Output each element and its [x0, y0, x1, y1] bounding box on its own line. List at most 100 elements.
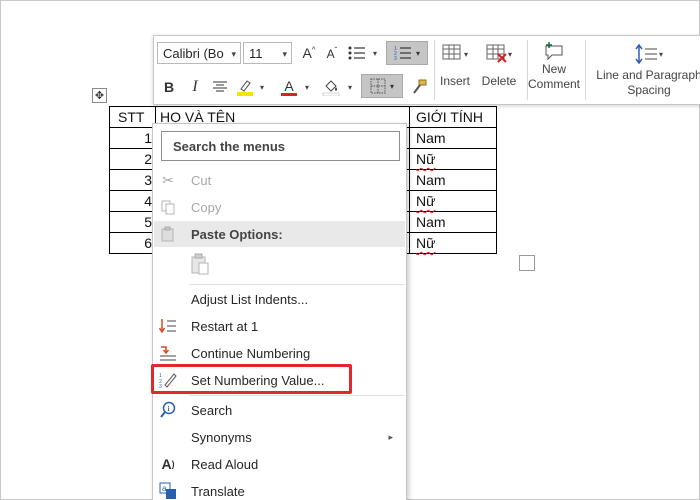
read-aloud-icon: A)	[161, 456, 175, 472]
chevron-down-icon[interactable]: ▾	[373, 49, 377, 58]
delete-table-icon	[486, 44, 507, 63]
shrink-font-button[interactable]: Aˇ	[321, 42, 343, 64]
italic-button[interactable]: I	[184, 76, 206, 98]
table-cell-gender[interactable]: Nam	[409, 211, 497, 233]
grow-font-button[interactable]: A^	[298, 42, 320, 64]
line-paragraph-spacing-button[interactable]: ▾ Line and Paragraph Spacing	[590, 40, 700, 98]
chevron-down-icon: ▾	[231, 49, 236, 59]
search-menus-placeholder: Search the menus	[173, 138, 285, 154]
table-cell-gender[interactable]: Nam	[409, 127, 497, 149]
search-info-icon: i	[158, 400, 178, 420]
copy-icon	[158, 197, 178, 217]
restart-numbering-icon	[158, 316, 178, 336]
menu-item-search[interactable]: i Search	[154, 397, 405, 423]
table-cell-gender[interactable]: Nữ	[409, 148, 497, 170]
svg-text:a: a	[162, 484, 167, 493]
table-cell-gender[interactable]: Nam	[409, 169, 497, 191]
paste-options-label: Paste Options:	[191, 226, 283, 242]
chevron-down-icon[interactable]: ▾	[260, 83, 264, 92]
grow-font-icon: A^	[302, 45, 316, 61]
highlight-annotation	[151, 364, 352, 394]
new-comment-icon	[545, 42, 563, 61]
insert-button[interactable]: ▾ Insert	[436, 40, 474, 89]
svg-text:3: 3	[394, 56, 397, 61]
search-menus-input[interactable]: Search the menus	[161, 131, 400, 161]
table-cell-stt[interactable]: 2	[109, 148, 156, 170]
menu-item-cut[interactable]: ✂ Cut	[154, 167, 405, 193]
translate-icon: a	[158, 481, 178, 500]
new-comment-button[interactable]: New Comment	[528, 40, 581, 92]
shrink-font-icon: Aˇ	[326, 45, 338, 61]
borders-icon	[370, 78, 386, 94]
svg-text:i: i	[168, 405, 170, 413]
table-cell-stt[interactable]: 1	[109, 127, 156, 149]
menu-item-restart-at-1[interactable]: Restart at 1	[154, 313, 405, 339]
menu-item-label: Synonyms	[191, 429, 252, 445]
menu-item-copy[interactable]: Copy	[154, 194, 405, 220]
center-align-button[interactable]	[209, 76, 231, 98]
highlight-button[interactable]	[234, 76, 256, 98]
bold-button[interactable]: B	[158, 76, 180, 98]
table-move-handle-icon[interactable]: ✥	[92, 88, 107, 103]
menu-item-synonyms[interactable]: Synonyms ▸	[154, 424, 405, 450]
bullets-icon	[348, 46, 365, 60]
menu-item-label: Restart at 1	[191, 318, 259, 334]
align-center-icon	[213, 81, 227, 92]
menu-separator	[189, 284, 405, 285]
menu-item-label: Translate	[191, 483, 245, 499]
table-cell-stt[interactable]: 3	[109, 169, 156, 191]
font-name-combo[interactable]: Calibri (Bo ▾	[157, 42, 241, 64]
table-resize-handle[interactable]	[519, 255, 535, 271]
chevron-down-icon: ▾	[389, 81, 394, 91]
chevron-down-icon: ▾	[507, 49, 512, 59]
menu-item-translate[interactable]: a Translate	[154, 478, 405, 500]
menu-item-label: Adjust List Indents...	[191, 291, 309, 307]
new-comment-label-2: Comment	[528, 77, 581, 91]
table-cell-gender[interactable]: Nữ	[409, 190, 497, 212]
line-spacing-icon	[635, 44, 657, 64]
mini-toolbar: Calibri (Bo ▾ 11 ▾ A^ Aˇ ▾ 1 2 3 ▾ B I ▾…	[153, 35, 700, 105]
numbering-icon: 1 2 3	[394, 46, 411, 61]
table-cell-stt[interactable]: 6	[109, 232, 156, 254]
font-color-icon: A	[284, 77, 294, 94]
format-painter-icon	[413, 79, 427, 94]
menu-separator	[189, 395, 405, 396]
menu-item-continue-numbering[interactable]: Continue Numbering	[154, 340, 405, 366]
new-comment-label-1: New	[541, 62, 566, 76]
table-cell-stt[interactable]: 5	[109, 211, 156, 233]
chevron-right-icon: ▸	[388, 431, 393, 442]
format-painter-button[interactable]	[408, 76, 430, 98]
menu-item-label: Read Aloud	[191, 456, 259, 472]
menu-item-read-aloud[interactable]: A) Read Aloud	[154, 451, 405, 477]
spacing-label-1: Line and Paragraph	[596, 68, 700, 82]
font-size-value: 11	[249, 45, 263, 61]
insert-table-icon	[442, 44, 461, 60]
borders-button[interactable]: ▾	[361, 74, 403, 98]
clipboard-icon	[158, 224, 178, 244]
font-size-combo[interactable]: 11 ▾	[243, 42, 292, 64]
font-color-button[interactable]: A	[278, 76, 300, 98]
table-header-cell[interactable]: STT	[109, 106, 156, 128]
bullets-button[interactable]	[346, 42, 368, 64]
chevron-down-icon: ▾	[282, 49, 287, 59]
table-cell-gender[interactable]: Nữ	[409, 232, 497, 254]
spacing-label-2: Spacing	[627, 83, 671, 97]
table-cell-stt[interactable]: 4	[109, 190, 156, 212]
table-header-cell[interactable]: GIỚI TÍNH	[409, 106, 497, 128]
shading-button[interactable]	[320, 76, 342, 98]
menu-item-label: Continue Numbering	[191, 345, 311, 361]
menu-item-label: Copy	[191, 199, 222, 215]
context-menu: Search the menus ✂ Cut Copy Paste Option…	[152, 123, 407, 500]
paste-options-header: Paste Options:	[154, 221, 405, 247]
delete-button[interactable]: ▾ Delete	[479, 40, 519, 89]
menu-item-label: Search	[191, 402, 233, 418]
chevron-down-icon[interactable]: ▾	[348, 83, 352, 92]
spelling-flagged-text: Nữ	[416, 193, 436, 209]
menu-item-adjust-list-indents[interactable]: Adjust List Indents...	[154, 286, 405, 312]
chevron-down-icon[interactable]: ▾	[305, 83, 309, 92]
spelling-flagged-text: Nữ	[416, 235, 436, 251]
numbering-button[interactable]: 1 2 3 ▾	[386, 41, 428, 65]
toolbar-separator	[434, 40, 435, 100]
menu-item-label: Cut	[191, 172, 212, 188]
paste-keep-formatting-icon[interactable]	[190, 253, 210, 275]
